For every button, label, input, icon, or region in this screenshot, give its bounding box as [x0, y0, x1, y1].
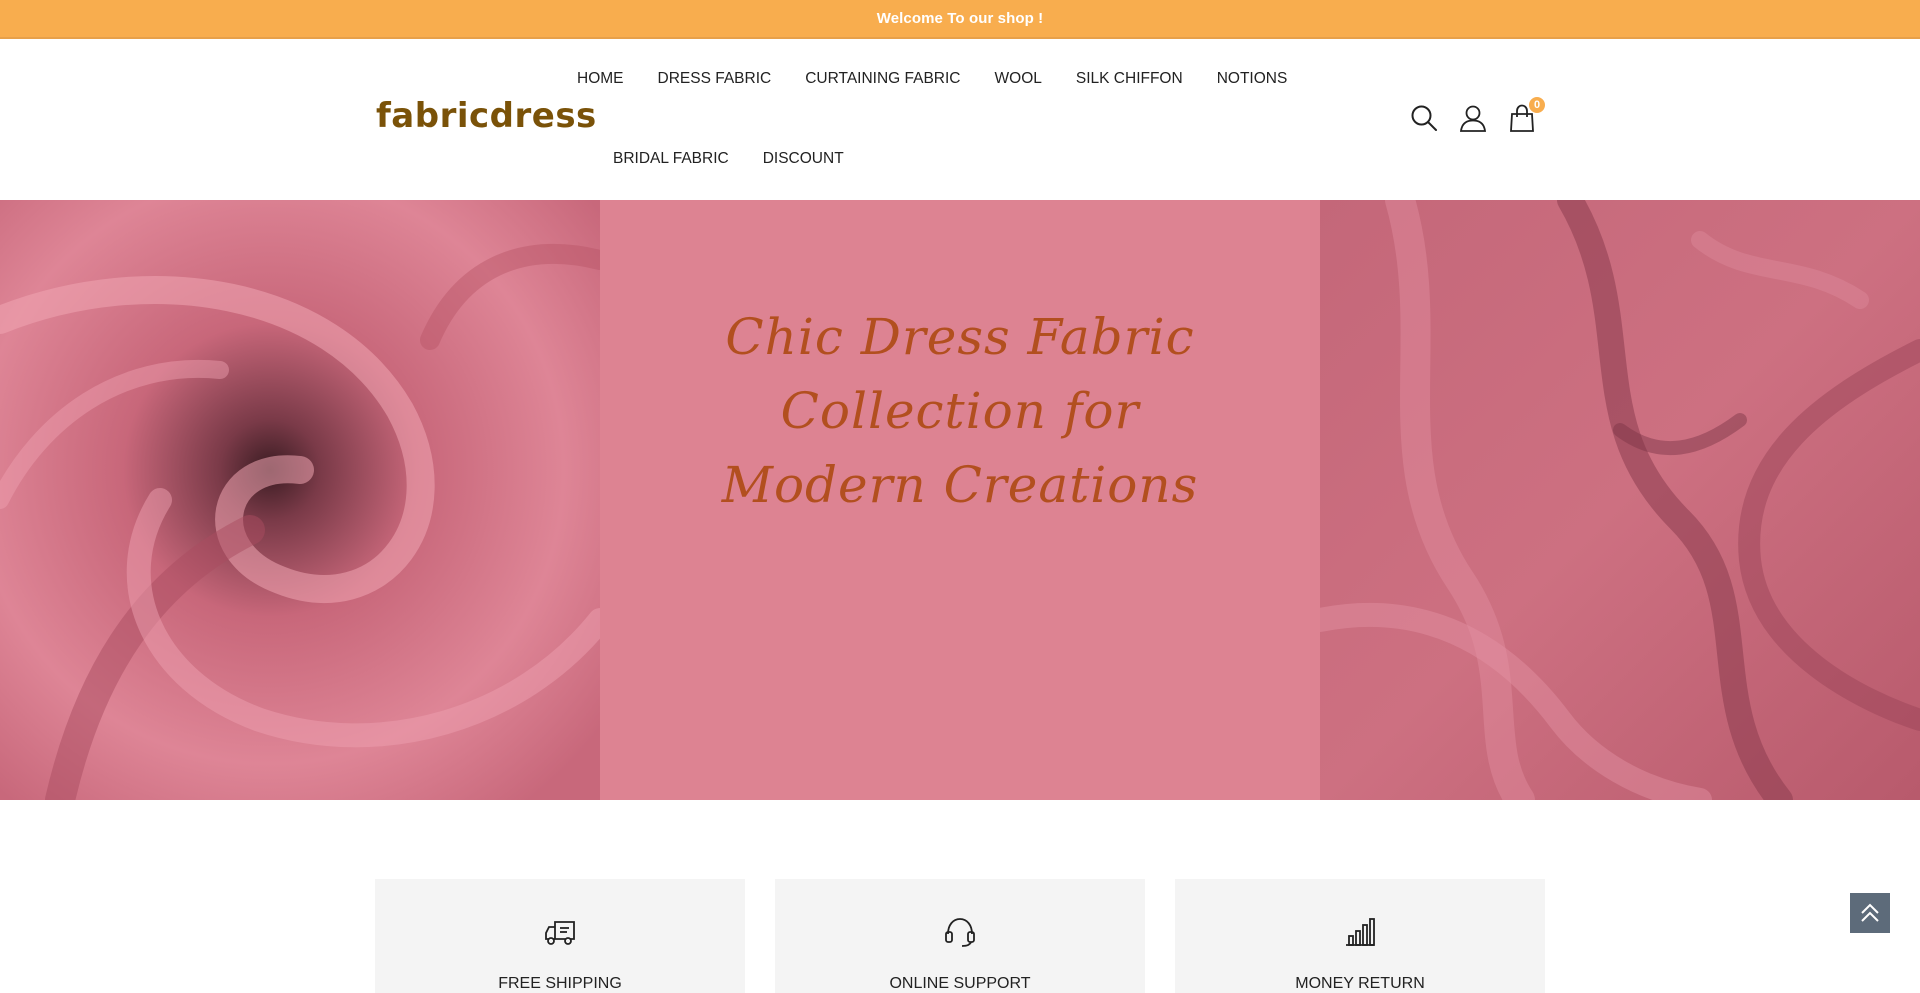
hero-title-line-2: Modern Creations [721, 456, 1199, 514]
search-icon[interactable] [1410, 104, 1438, 132]
nav-item-wool[interactable]: WOOL [978, 69, 1059, 89]
cart-count-badge: 0 [1528, 96, 1546, 114]
back-to-top-button[interactable] [1850, 893, 1890, 933]
account-icon[interactable] [1459, 104, 1487, 132]
feature-label: FREE SHIPPING [498, 975, 622, 992]
headset-icon [943, 915, 977, 949]
site-header: fabricdress HOME DRESS FABRIC CURTAINING… [0, 39, 1920, 200]
bar-chart-icon [1343, 915, 1377, 949]
truck-icon [543, 915, 577, 949]
site-logo[interactable]: fabricdress [376, 96, 597, 136]
feature-label: MONEY RETURN [1295, 975, 1425, 992]
main-nav-row-2: BRIDAL FABRIC DISCOUNT [596, 149, 861, 169]
nav-item-bridal-fabric[interactable]: BRIDAL FABRIC [596, 149, 746, 169]
announcement-bar: Welcome To our shop ! [0, 0, 1920, 39]
nav-item-dress-fabric[interactable]: DRESS FABRIC [641, 69, 789, 89]
nav-item-silk-chiffon[interactable]: SILK CHIFFON [1059, 69, 1200, 89]
feature-free-shipping: FREE SHIPPING [375, 879, 745, 993]
feature-label: ONLINE SUPPORT [889, 975, 1031, 992]
main-nav-row-1: HOME DRESS FABRIC CURTAINING FABRIC WOOL… [560, 69, 1304, 89]
hero-fabric-image-left [0, 200, 600, 800]
hero-title-line-1: Chic Dress Fabric Collection for [725, 308, 1195, 440]
announcement-text: Welcome To our shop ! [876, 10, 1044, 27]
nav-item-home[interactable]: HOME [560, 69, 641, 89]
hero-title: Chic Dress Fabric Collection for Modern … [600, 300, 1320, 522]
double-chevron-up-icon [1861, 903, 1879, 922]
nav-item-curtaining-fabric[interactable]: CURTAINING FABRIC [788, 69, 977, 89]
nav-item-discount[interactable]: DISCOUNT [746, 149, 861, 169]
cart-icon[interactable]: 0 [1508, 96, 1546, 132]
features-row: FREE SHIPPING ONLINE SUPPORT MONEY RETUR… [375, 879, 1545, 993]
feature-money-return: MONEY RETURN [1175, 879, 1545, 993]
hero-fabric-image-right [1320, 200, 1920, 800]
nav-item-notions[interactable]: NOTIONS [1200, 69, 1305, 89]
header-icons: 0 [1410, 96, 1546, 132]
feature-online-support: ONLINE SUPPORT [775, 879, 1145, 993]
hero-banner[interactable]: Chic Dress Fabric Collection for Modern … [0, 200, 1920, 800]
